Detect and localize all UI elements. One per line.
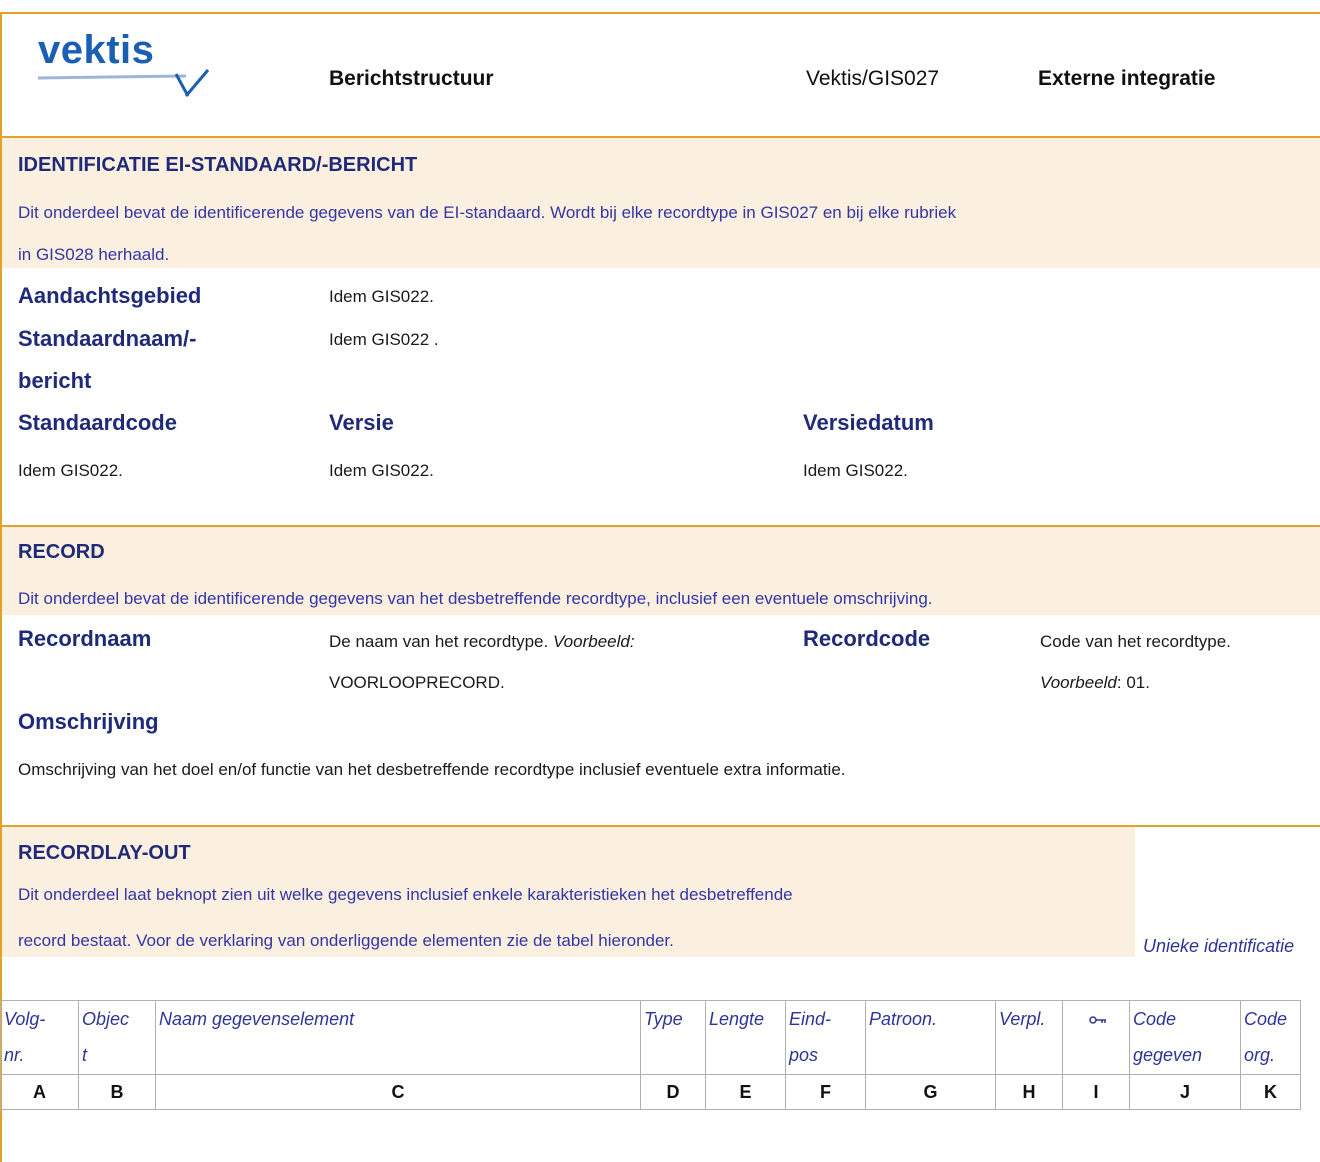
standaardcode-label: Standaardcode [18, 410, 177, 435]
letter-cell: G [865, 1074, 996, 1110]
recordcode-example: Voorbeeld: 01. [1040, 673, 1150, 693]
letter-cell: H [995, 1074, 1063, 1110]
omschrijving-value: Omschrijving van het doel en/of functie … [18, 760, 846, 779]
recordnaam-desc: De naam van het recordtype. [329, 632, 549, 651]
logo-swoosh-icon [37, 69, 210, 97]
header-category: Externe integratie [1038, 67, 1216, 90]
recordnaam-label: Recordnaam [18, 626, 152, 651]
versie-value: Idem GIS022. [329, 461, 434, 480]
header-code-org: Code org. [1240, 1000, 1301, 1075]
recordcode-label: Recordcode [803, 626, 931, 651]
aandachtsgebied-label: Aandachtsgebied [18, 283, 202, 308]
recordlayout-title: RECORDLAY-OUT [18, 842, 191, 864]
header-title: Berichtstructuur [329, 67, 494, 90]
identificatie-desc-1: Dit onderdeel bevat de identificerende g… [18, 203, 957, 222]
header-code: Vektis/GIS027 [806, 67, 940, 90]
recordcode-example-label: Voorbeeld [1040, 673, 1117, 692]
versie-label: Versie [329, 410, 394, 435]
recordnaam-example-label: Voorbeeld: [552, 632, 635, 651]
vektis-logo: vektis [36, 28, 216, 98]
header-volgnr: Volg-nr. [0, 1000, 79, 1075]
recordlayout-desc-2: record bestaat. Voor de verklaring van o… [18, 931, 674, 950]
versiedatum-value: Idem GIS022. [803, 461, 908, 480]
header-verpl: Verpl. [995, 1000, 1063, 1075]
header-patroon: Patroon. [865, 1000, 996, 1075]
identificatie-desc-2: in GIS028 herhaald. [18, 245, 170, 264]
recordcode-value: Code van het recordtype. [1040, 632, 1231, 651]
letter-cell: K [1240, 1074, 1301, 1110]
divider [0, 12, 1320, 14]
header-code-gegeven: Code gegeven [1129, 1000, 1241, 1075]
recordnaam-example: VOORLOOPRECORD. [329, 673, 505, 692]
identificatie-title: IDENTIFICATIE EI-STANDAARD/-BERICHT [18, 154, 418, 176]
letter-cell: A [0, 1074, 79, 1110]
recordlayout-desc-1: Dit onderdeel laat beknopt zien uit welk… [18, 885, 793, 904]
header-type: Type [640, 1000, 706, 1075]
letter-cell: J [1129, 1074, 1241, 1110]
page: vektis Berichtstructuur Vektis/GIS027 Ex… [0, 0, 1320, 1162]
letter-cell: F [785, 1074, 866, 1110]
standaardcode-value: Idem GIS022. [18, 461, 123, 480]
recordnaam-value: De naam van het recordtype. Voorbeeld: [329, 632, 635, 652]
standaardnaam-label: bericht [18, 368, 92, 393]
record-title: RECORD [18, 541, 105, 563]
letter-cell: C [155, 1074, 641, 1110]
letter-cell: B [78, 1074, 156, 1110]
header-object: Objec t [78, 1000, 156, 1075]
letter-cell: D [640, 1074, 706, 1110]
table-header-row: Volg-nr. Objec t Naam gegevenselement Typ… [0, 1000, 1301, 1075]
recordcode-example-value: : 01. [1116, 673, 1150, 692]
header-lengte: Lengte [705, 1000, 786, 1075]
header-eindpos: Eind-pos [785, 1000, 866, 1075]
header-naam: Naam gegevenselement [155, 1000, 641, 1075]
record-desc: Dit onderdeel bevat de identificerende g… [18, 589, 933, 608]
aandachtsgebied-value: Idem GIS022. [329, 287, 434, 306]
letter-cell: E [705, 1074, 786, 1110]
table-letter-row: A B C D E F G H I J K [0, 1074, 1301, 1110]
letter-cell: I [1062, 1074, 1130, 1110]
standaardnaam-value: Idem GIS022 . [329, 330, 439, 349]
standaardnaam-label: Standaardnaam/- [18, 326, 197, 351]
versiedatum-label: Versiedatum [803, 410, 934, 435]
omschrijving-label: Omschrijving [18, 709, 159, 734]
record-layout-table: Volg-nr. Objec t Naam gegevenselement Typ… [0, 1000, 1301, 1110]
key-icon [1062, 1000, 1130, 1075]
unique-identification-label: Unieke identificatie [1143, 936, 1295, 956]
